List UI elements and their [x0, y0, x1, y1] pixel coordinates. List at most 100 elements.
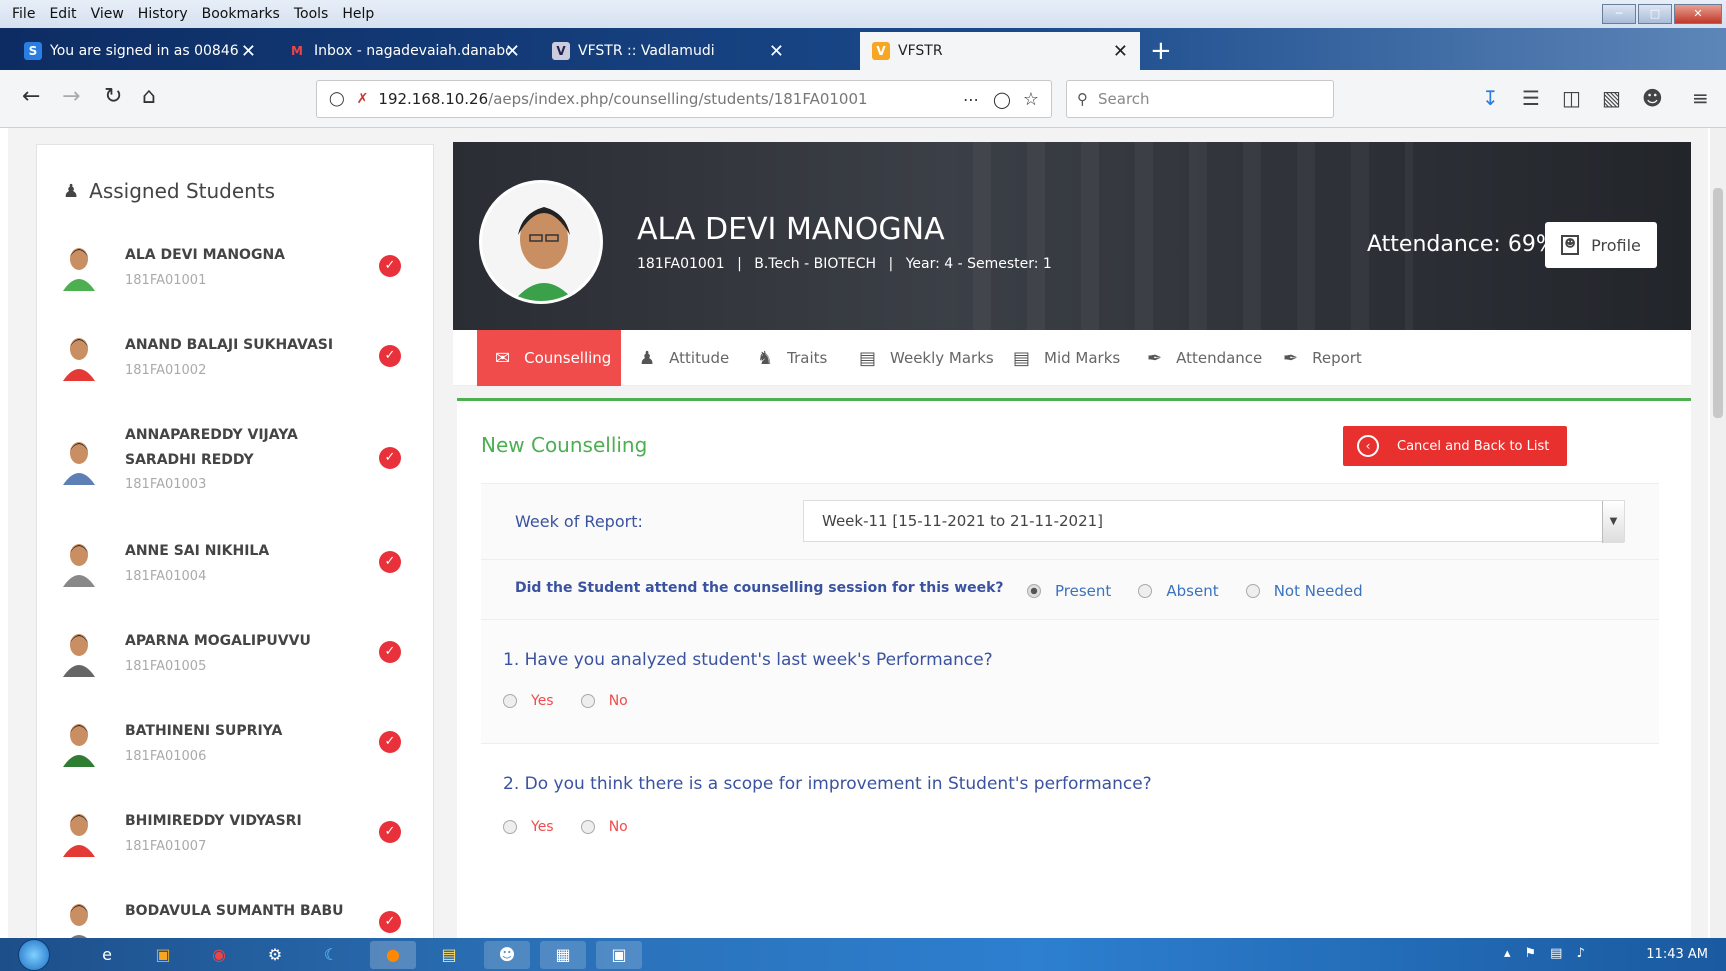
menu-view[interactable]: View: [91, 6, 124, 22]
pocket-icon[interactable]: ◯: [993, 90, 1011, 109]
reader-icon[interactable]: ▧: [1602, 86, 1621, 110]
menu-edit[interactable]: Edit: [49, 6, 76, 22]
student-id: 181FA01002: [125, 363, 207, 378]
maximize-button[interactable]: □: [1638, 4, 1672, 24]
app-icon[interactable]: ▦: [540, 941, 586, 969]
radio-yes[interactable]: [503, 819, 517, 834]
menu-file[interactable]: File: [12, 6, 35, 22]
url-bar[interactable]: ◯ ✗ 192.168.10.26/aeps/index.php/counsel…: [316, 80, 1052, 118]
student-name: BHIMIREDDY VIDYASRI: [125, 813, 302, 829]
student-id: 181FA01006: [125, 749, 207, 764]
question-2-row: 2. Do you think there is a scope for imp…: [481, 743, 1659, 879]
menu-history[interactable]: History: [138, 6, 188, 22]
more-actions-icon[interactable]: ⋯: [963, 90, 979, 109]
tab-attitude[interactable]: ♟ Attitude: [639, 330, 729, 386]
tab-counselling[interactable]: ✉ Counselling: [477, 330, 621, 386]
bookmark-star-icon[interactable]: ☆: [1023, 89, 1039, 110]
student-name: ANAND BALAJI SUKHAVASI: [125, 337, 334, 353]
form-title: New Counselling: [481, 433, 648, 457]
sidebar-icon[interactable]: ◫: [1562, 86, 1581, 110]
menu-help[interactable]: Help: [342, 6, 374, 22]
student-id: 181FA01001: [637, 256, 725, 272]
close-window-button[interactable]: ✕: [1674, 4, 1722, 24]
tab-label: Inbox - nagadevaiah.danaboin: [314, 43, 510, 59]
browser-tab-vadlamudi[interactable]: V VFSTR :: Vadlamudi ✕: [540, 32, 796, 70]
vfstr-favicon-icon: V: [552, 42, 570, 60]
download-icon[interactable]: ↧: [1482, 86, 1499, 110]
hamburger-menu-icon[interactable]: ≡: [1692, 86, 1709, 110]
menu-bookmarks[interactable]: Bookmarks: [202, 6, 280, 22]
ie-icon[interactable]: e: [84, 941, 130, 969]
radio-no[interactable]: [580, 819, 595, 834]
cancel-back-button[interactable]: ‹ Cancel and Back to List: [1343, 426, 1567, 466]
media-icon[interactable]: ▣: [140, 941, 186, 969]
radio-label: Absent: [1166, 581, 1219, 600]
tab-attendance[interactable]: ✒ Attendance: [1147, 330, 1262, 386]
avatar: [61, 811, 97, 857]
radio-label: Yes: [531, 818, 554, 835]
panel-title-text: Assigned Students: [89, 179, 276, 203]
radio-absent[interactable]: [1138, 583, 1153, 598]
main-content: ALA DEVI MANOGNA 181FA01001 | B.Tech - B…: [453, 142, 1691, 938]
week-row: Week of Report: Week-11 [15-11-2021 to 2…: [481, 483, 1659, 559]
page-viewport: ♟ Assigned Students ALA DEVI MANOGNA 181F…: [8, 128, 1708, 938]
page-scrollbar[interactable]: [1710, 128, 1726, 938]
browser-tab-signed-in[interactable]: S You are signed in as 00846 ✕: [12, 32, 268, 70]
library-icon[interactable]: ☰: [1522, 86, 1540, 110]
start-button[interactable]: [18, 939, 50, 971]
folder-icon[interactable]: ▤: [426, 941, 472, 969]
window-controls: ─ □ ✕: [1600, 4, 1722, 24]
radio-no[interactable]: [580, 693, 595, 708]
account-icon[interactable]: ☻: [1642, 86, 1663, 110]
avatar: [61, 631, 97, 677]
close-tab-icon[interactable]: ✕: [1113, 41, 1128, 62]
student-name: ALA DEVI MANOGNA: [637, 212, 945, 247]
radio-yes[interactable]: [503, 693, 517, 708]
tab-weekly-marks[interactable]: ▤ Weekly Marks: [859, 330, 994, 386]
close-tab-icon[interactable]: ✕: [505, 41, 520, 62]
scrollbar-thumb[interactable]: [1713, 188, 1723, 418]
url-host: 192.168.10.26: [378, 90, 489, 108]
home-icon[interactable]: ⌂: [142, 84, 156, 109]
counselling-tabs: ✉ Counselling ♟ Attitude ♞ Traits ▤ Week…: [453, 330, 1691, 386]
firefox-icon[interactable]: ●: [370, 941, 416, 969]
week-select-value: Week-11 [15-11-2021 to 21-11-2021]: [822, 512, 1104, 530]
tab-report[interactable]: ✒ Report: [1283, 330, 1362, 386]
question-1-row: 1. Have you analyzed student's last week…: [481, 619, 1659, 743]
question-text: 2. Do you think there is a scope for imp…: [503, 774, 1152, 794]
radio-not-needed[interactable]: [1245, 583, 1260, 598]
back-arrow-icon[interactable]: ←: [22, 84, 40, 109]
student-name: APARNA MOGALIPUVVU: [125, 633, 311, 649]
radio-label: Yes: [531, 692, 554, 709]
tray-icons[interactable]: ▴⚑▤♪: [1504, 946, 1599, 961]
radio-present[interactable]: [1027, 583, 1041, 598]
tab-mid-marks[interactable]: ▤ Mid Marks: [1013, 330, 1120, 386]
chrome-icon[interactable]: ◉: [196, 941, 242, 969]
minimize-button[interactable]: ─: [1602, 4, 1636, 24]
app-icon[interactable]: ☻: [484, 941, 530, 969]
week-select[interactable]: Week-11 [15-11-2021 to 21-11-2021] ▼: [803, 500, 1625, 543]
browser-tab-inbox[interactable]: M Inbox - nagadevaiah.danaboin ✕: [276, 32, 532, 70]
user-icon: ♟: [63, 180, 80, 202]
reload-icon[interactable]: ↻: [104, 84, 122, 109]
navigation-bar: ← → ↻ ⌂ ◯ ✗ 192.168.10.26/aeps/index.php…: [0, 70, 1726, 128]
close-tab-icon[interactable]: ✕: [241, 41, 256, 62]
app-icon[interactable]: ⚙: [252, 941, 298, 969]
tab-traits[interactable]: ♞ Traits: [757, 330, 827, 386]
search-input[interactable]: ⚲ Search: [1066, 80, 1334, 118]
student-id: 181FA01004: [125, 569, 207, 584]
new-tab-icon[interactable]: +: [1150, 36, 1172, 66]
vfstr-favicon-icon: V: [872, 42, 890, 60]
tab-label: VFSTR: [898, 43, 943, 59]
edge-icon[interactable]: ☾: [308, 941, 354, 969]
avatar: [61, 721, 97, 767]
close-tab-icon[interactable]: ✕: [769, 41, 784, 62]
profile-button[interactable]: ☻ Profile: [1545, 222, 1657, 268]
app-icon[interactable]: ▣: [596, 941, 642, 969]
menu-tools[interactable]: Tools: [294, 6, 329, 22]
check-circle-icon: ✓: [379, 551, 401, 573]
avatar: [61, 335, 97, 381]
attend-options: Present Absent Not Needed: [1027, 580, 1385, 600]
browser-tab-vfstr[interactable]: V VFSTR ✕: [860, 32, 1140, 70]
forward-arrow-icon[interactable]: →: [62, 84, 80, 109]
